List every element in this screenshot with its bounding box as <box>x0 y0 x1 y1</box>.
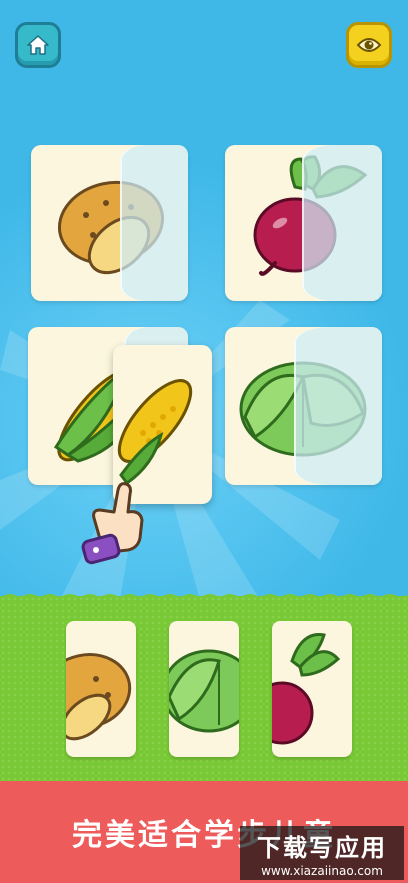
eye-icon <box>356 38 382 52</box>
card-potato[interactable] <box>31 145 188 301</box>
card-cover <box>294 327 382 485</box>
home-button[interactable] <box>15 22 61 68</box>
pointing-hand-icon <box>81 482 144 565</box>
tray-piece-beetroot[interactable] <box>272 621 352 757</box>
watermark-title: 下载写应用 <box>257 834 387 862</box>
card-beetroot[interactable] <box>225 145 382 301</box>
beetroot-half-icon <box>272 633 341 745</box>
watermark-url: www.xiazaiinao.com <box>261 864 383 878</box>
eye-button[interactable] <box>346 22 392 68</box>
card-cover <box>120 145 188 301</box>
tray-piece-cabbage[interactable] <box>169 621 239 757</box>
cabbage-half-icon <box>169 649 239 733</box>
card-cabbage[interactable] <box>225 327 382 485</box>
tray-piece-potato[interactable] <box>66 621 136 757</box>
potato-half-icon <box>66 653 132 741</box>
card-cover <box>302 145 382 301</box>
home-icon <box>27 35 49 55</box>
watermark: 下载写应用 www.xiazaiinao.com <box>240 826 404 880</box>
